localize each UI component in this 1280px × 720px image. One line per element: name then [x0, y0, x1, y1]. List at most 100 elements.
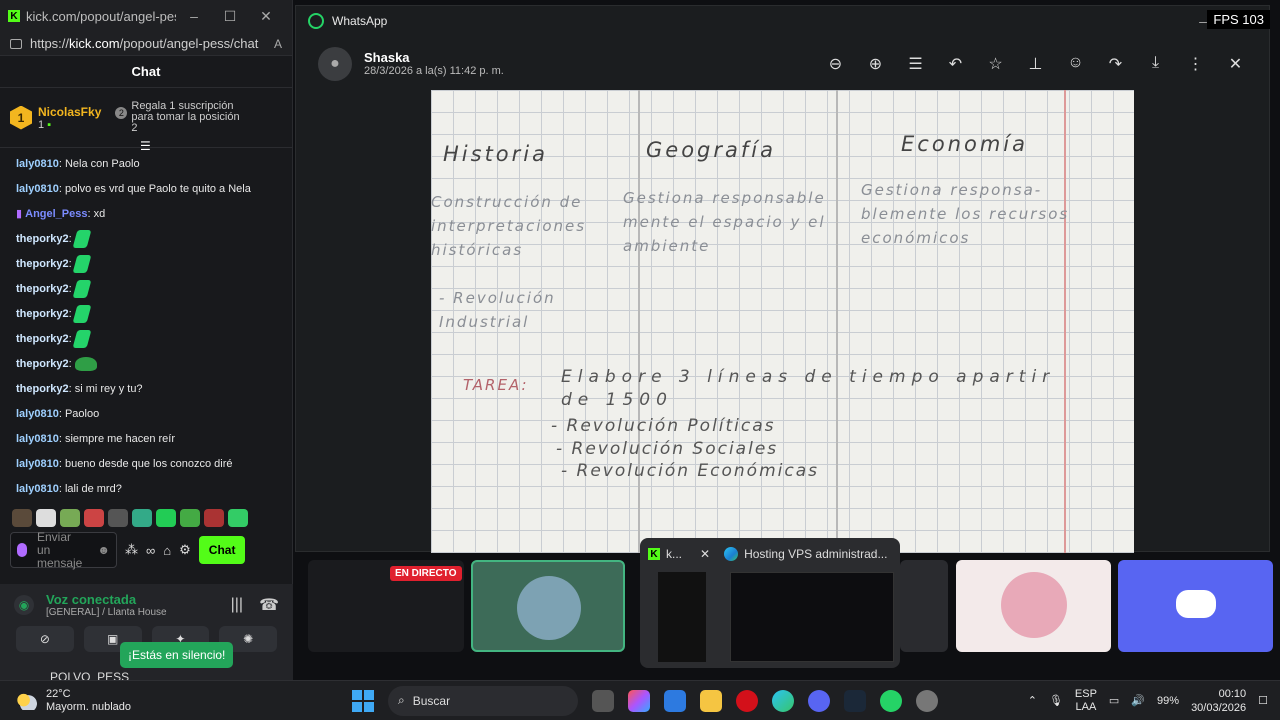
clock[interactable]: 00:10 30/03/2026 [1191, 687, 1246, 715]
emote-icon[interactable] [72, 330, 92, 349]
task-view-icon[interactable] [592, 689, 614, 712]
network-icon[interactable]: ▭ [1109, 694, 1119, 707]
start-icon[interactable] [352, 689, 374, 712]
infinity-icon[interactable]: ∞ [146, 543, 155, 558]
minimize-icon[interactable]: – [176, 8, 212, 24]
gift-prompt[interactable]: 2 Regala 1 suscripción para tomar la pos… [115, 101, 245, 134]
group-icon[interactable]: ⁂ [125, 542, 138, 558]
microphone-icon[interactable]: 🎙 [1049, 694, 1063, 707]
emote-icon[interactable] [72, 230, 92, 249]
chat-username[interactable]: laly0810 [16, 158, 59, 170]
emote-icon[interactable] [228, 509, 248, 527]
preview-tab-kick[interactable]: k... [666, 547, 700, 561]
volume-icon[interactable]: 🔊 [1131, 694, 1145, 707]
download-icon[interactable]: ⤓ [1144, 54, 1167, 74]
emote-icon[interactable] [204, 509, 224, 527]
emote-icon[interactable] [12, 509, 32, 527]
whatsapp-icon[interactable] [880, 689, 902, 712]
notification-icon[interactable]: ☐ [1258, 694, 1268, 707]
disconnect-icon[interactable]: ☎ [259, 595, 279, 615]
chat-text: bueno desde que los conozco diré [64, 458, 233, 470]
chat-username[interactable]: theporky2 [16, 308, 69, 320]
copilot-icon[interactable] [628, 689, 650, 712]
preview-tab-hosting[interactable]: Hosting VPS administrad... [744, 547, 887, 561]
chat-username[interactable]: laly0810 [16, 483, 59, 495]
participant-tile[interactable] [956, 560, 1111, 652]
emote-icon[interactable] [156, 509, 176, 527]
gear-icon[interactable]: ⚙ [179, 542, 191, 558]
chat-username[interactable]: laly0810 [16, 458, 59, 470]
chevron-up-icon[interactable]: ⌃ [1028, 694, 1037, 707]
pinned-toggle-icon[interactable]: ☰ [140, 139, 151, 153]
voice-channel[interactable]: [GENERAL] / Llanta House [46, 607, 167, 618]
send-chat-button[interactable]: Chat [198, 536, 246, 564]
contact-name: Shaska [364, 50, 410, 65]
avatar[interactable]: ● [318, 46, 352, 81]
chat-text: lali de mrd? [64, 483, 122, 495]
read-aloud-icon[interactable]: A [274, 37, 282, 51]
preview-kick[interactable] [658, 572, 706, 662]
url-text[interactable]: https://kick.com/popout/angel-pess/chat [30, 36, 274, 51]
search-box[interactable]: ⌕ Buscar [388, 685, 578, 716]
chat-username[interactable]: theporky2 [16, 258, 69, 270]
chat-username[interactable]: theporky2 [16, 383, 69, 395]
emote-icon[interactable] [132, 509, 152, 527]
store-icon[interactable] [664, 689, 686, 712]
chat-username[interactable]: laly0810 [16, 183, 59, 195]
participant-tile[interactable] [900, 560, 948, 652]
emote-icon[interactable] [180, 509, 200, 527]
chat-username[interactable]: laly0810 [16, 408, 59, 420]
signal-icon[interactable]: ◉ [14, 595, 34, 615]
column-line [836, 90, 838, 553]
edge-icon[interactable] [772, 689, 794, 712]
reply-icon[interactable]: ↶ [944, 54, 967, 74]
chat-username[interactable]: theporky2 [16, 283, 69, 295]
star-icon[interactable]: ☆ [984, 54, 1007, 74]
close-icon[interactable]: ✕ [248, 8, 284, 25]
caption-icon[interactable]: ☰ [904, 54, 927, 74]
language-indicator[interactable]: ESP LAA [1075, 688, 1097, 714]
column-line [638, 90, 640, 553]
forward-icon[interactable]: ↷ [1104, 54, 1127, 74]
zoom-in-icon[interactable]: ⊕ [864, 54, 887, 74]
emote-icon[interactable] [108, 509, 128, 527]
zoom-out-icon[interactable]: ⊖ [824, 54, 847, 74]
emoji-icon[interactable]: ☻ [97, 543, 110, 557]
emote-icon[interactable] [72, 280, 92, 299]
chat-username[interactable]: laly0810 [16, 433, 59, 445]
emote-icon[interactable] [60, 509, 80, 527]
chat-header: Chat [0, 56, 292, 88]
chat-username[interactable]: Angel_Pess [25, 208, 87, 220]
top-gifter-count: 1 [38, 118, 45, 131]
participant-tile[interactable] [471, 560, 625, 652]
obs-icon[interactable] [916, 689, 938, 712]
emote-icon[interactable] [72, 305, 92, 324]
battery-level[interactable]: 99% [1157, 695, 1179, 707]
emote-icon[interactable] [84, 509, 104, 527]
chat-username[interactable]: theporky2 [16, 333, 69, 345]
weather-widget[interactable]: 22°C Mayorm. nublado [0, 688, 200, 714]
store-icon[interactable]: ⌂ [163, 543, 171, 558]
frog-emote-icon[interactable] [74, 357, 97, 372]
address-bar[interactable]: https://kick.com/popout/angel-pess/chat … [0, 32, 292, 56]
preview-hosting[interactable] [730, 572, 894, 662]
emote-icon[interactable] [72, 255, 92, 274]
discord-icon[interactable] [808, 689, 830, 712]
emoji-icon[interactable]: ☺ [1064, 54, 1087, 74]
camera-off-button[interactable]: ⊘ [16, 626, 74, 652]
top-gifter-name[interactable]: NicolasFky [38, 105, 101, 119]
more-icon[interactable]: ⋮ [1184, 54, 1207, 74]
close-icon[interactable]: ✕ [1224, 54, 1247, 74]
pin-icon[interactable]: ⊥ [1024, 54, 1047, 74]
opera-icon[interactable] [736, 689, 758, 712]
chat-input[interactable]: Enviar un mensaje ☻ [10, 530, 117, 569]
close-icon[interactable]: ✕ [700, 547, 710, 561]
emote-icon[interactable] [36, 509, 56, 527]
explorer-icon[interactable] [700, 689, 722, 712]
soundboard-icon[interactable]: ||| [231, 596, 243, 614]
participant-tile[interactable] [1118, 560, 1273, 652]
maximize-icon[interactable]: ☐ [212, 8, 248, 25]
chat-username[interactable]: theporky2 [16, 233, 69, 245]
steam-icon[interactable] [844, 689, 866, 712]
chat-username[interactable]: theporky2 [16, 358, 69, 370]
